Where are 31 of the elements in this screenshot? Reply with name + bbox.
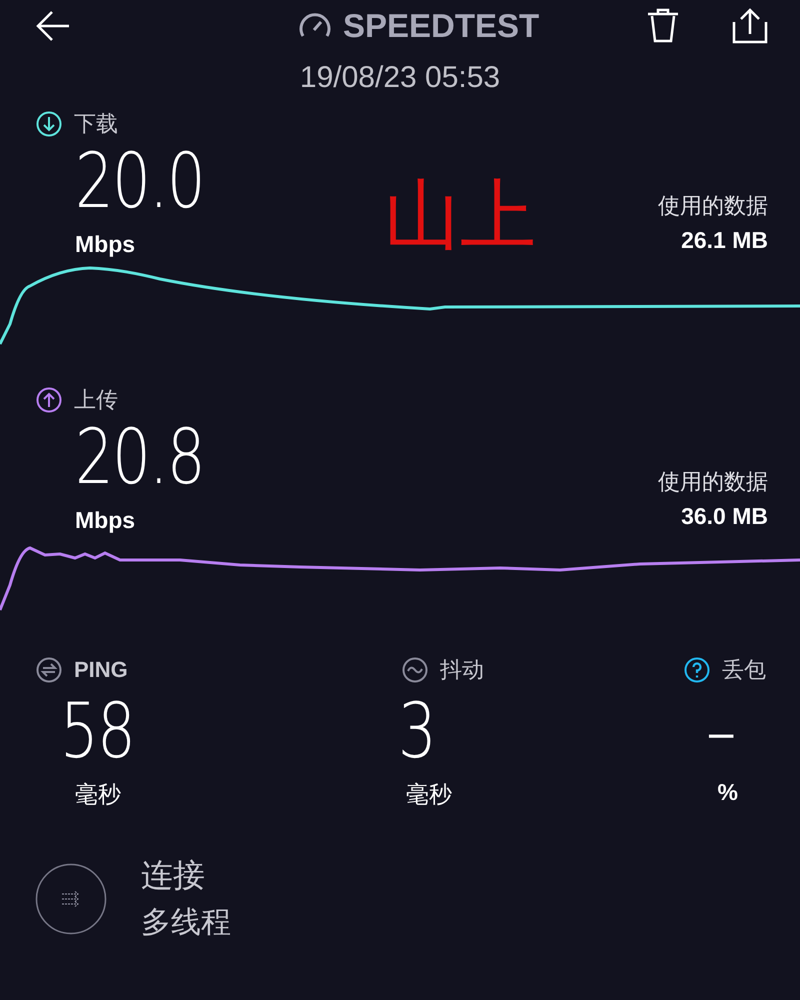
connections-icon[interactable]: [35, 862, 107, 934]
help-icon[interactable]: [684, 657, 710, 683]
wave-icon: [402, 657, 428, 683]
data-used-value: 36.0 MB: [681, 503, 768, 530]
back-icon[interactable]: [35, 10, 71, 42]
data-used-label: 使用的数据: [658, 469, 768, 497]
metric-label: 丢包: [722, 657, 766, 685]
test-label: 上传: [74, 387, 118, 415]
metric-label: 抖动: [440, 657, 484, 685]
connection-label: 连接: [141, 855, 206, 896]
metric-unit: 毫秒: [405, 781, 453, 810]
speed-value: 20.0: [75, 139, 204, 223]
trash-icon[interactable]: [646, 8, 680, 44]
app-title: SPEEDTEST: [343, 7, 540, 45]
timestamp: 19/08/23 05:53: [298, 61, 502, 96]
connection-mode: 多线程: [141, 904, 231, 942]
metric-value: 3: [397, 689, 436, 773]
speed-unit: Mbps: [75, 507, 136, 534]
metric-unit: %: [718, 779, 739, 806]
test-label: 下载: [74, 111, 118, 139]
speed-value: 20.8: [75, 415, 204, 499]
metric-value: 58: [59, 689, 136, 773]
annotation-text: 山上: [384, 178, 536, 254]
share-icon[interactable]: [732, 8, 768, 44]
metric-unit: 毫秒: [74, 781, 122, 810]
metric-value: –: [706, 689, 736, 773]
data-used-value: 26.1 MB: [681, 227, 768, 254]
speed-unit: Mbps: [75, 231, 136, 258]
ping-icon: [36, 657, 62, 683]
data-used-label: 使用的数据: [658, 193, 768, 221]
metric-label: PING: [74, 657, 128, 683]
